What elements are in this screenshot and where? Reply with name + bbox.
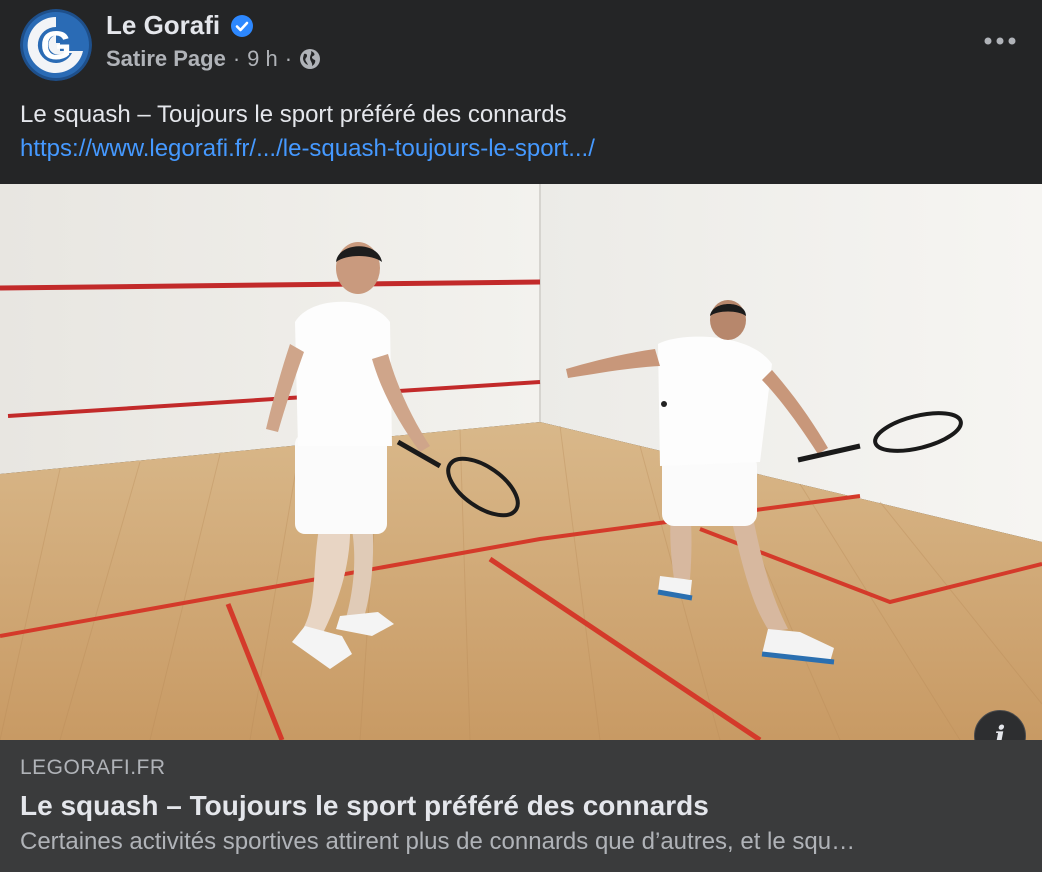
meta-separator: · [284, 46, 293, 71]
link-preview-card[interactable]: LEGORAFI.FR Le squash – Toujours le spor… [0, 740, 1042, 872]
post-header: G Le Gorafi Satire Page · 9 h · [0, 0, 1042, 90]
link-domain: LEGORAFI.FR [20, 756, 166, 779]
page-avatar[interactable]: G [20, 9, 92, 81]
post-image[interactable] [0, 184, 1042, 740]
gorafi-logo: G [20, 9, 92, 81]
more-options-icon[interactable] [980, 26, 1020, 56]
avatar-letter: G [40, 24, 71, 68]
page-name-link[interactable]: Le Gorafi [106, 10, 254, 41]
squash-court-photo [0, 184, 1042, 740]
page-name[interactable]: Le Gorafi [106, 10, 220, 41]
post-text: Le squash – Toujours le sport préféré de… [20, 101, 567, 128]
meta-separator: · [232, 46, 241, 71]
link-title[interactable]: Le squash – Toujours le sport préféré de… [20, 790, 709, 822]
link-description: Certaines activités sportives attirent p… [20, 828, 856, 855]
globe-icon[interactable] [299, 48, 321, 70]
verified-badge-icon [230, 14, 254, 38]
post-body: Le squash – Toujours le sport préféré de… [20, 98, 595, 166]
page-category: Satire Page [106, 46, 226, 71]
post-meta: Satire Page · 9 h · [106, 46, 321, 72]
post-timestamp[interactable]: 9 h [247, 46, 278, 72]
post-link[interactable]: https://www.legorafi.fr/.../le-squash-to… [20, 135, 595, 162]
